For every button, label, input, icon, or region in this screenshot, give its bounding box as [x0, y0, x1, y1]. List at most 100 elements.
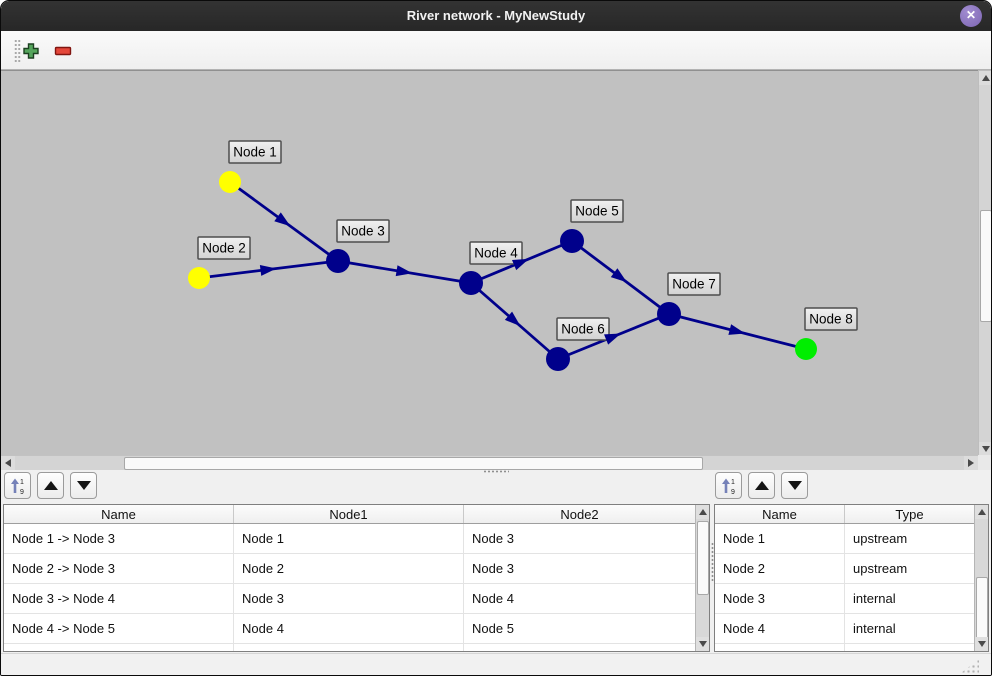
table-cell: Node 1	[715, 524, 845, 553]
table-cell: Node 3	[464, 554, 695, 583]
nodes-move-up-button[interactable]	[748, 472, 775, 499]
node-label: Node 6	[557, 318, 609, 340]
table-row[interactable]: Node 4internal	[715, 614, 974, 644]
svg-text:9: 9	[20, 489, 24, 495]
close-button[interactable]: ✕	[960, 5, 982, 27]
nodes-move-down-button[interactable]	[781, 472, 808, 499]
scroll-down-icon[interactable]	[696, 637, 709, 651]
triangle-up-icon	[755, 481, 769, 490]
scroll-left-icon[interactable]	[1, 456, 15, 470]
empty-cell	[234, 644, 464, 651]
table-row[interactable]: Node 4 -> Node 5Node 4Node 5	[4, 614, 695, 644]
flow-arrow-icon	[728, 324, 746, 339]
table-cell: Node 3	[234, 584, 464, 613]
table-cell: Node 4	[464, 584, 695, 613]
table-cell: Node 2	[234, 554, 464, 583]
table-row[interactable]: Node 2 -> Node 3Node 2Node 3	[4, 554, 695, 584]
branches-sort-button[interactable]: 1 9	[4, 472, 31, 499]
remove-button[interactable]	[51, 39, 75, 63]
column-header[interactable]: Name	[4, 505, 234, 523]
svg-text:Node 2: Node 2	[202, 241, 246, 256]
river-node[interactable]	[657, 302, 681, 326]
scrollbar-thumb[interactable]	[976, 577, 988, 639]
table-header-row: NameType	[715, 505, 974, 524]
river-node[interactable]	[188, 267, 210, 289]
node-label: Node 2	[198, 237, 250, 259]
table-cell: Node 4	[234, 614, 464, 643]
branches-table-scrollbar[interactable]	[695, 505, 709, 651]
svg-text:9: 9	[731, 489, 735, 495]
scroll-up-icon[interactable]	[979, 71, 992, 85]
river-node[interactable]	[795, 338, 817, 360]
column-header[interactable]: Type	[845, 505, 974, 523]
node-label: Node 3	[337, 220, 389, 242]
scroll-up-icon[interactable]	[975, 505, 988, 519]
svg-text:Node 8: Node 8	[809, 312, 853, 327]
table-cell: internal	[845, 584, 974, 613]
table-cell: Node 3 -> Node 4	[4, 584, 234, 613]
river-node[interactable]	[560, 229, 584, 253]
svg-text:Node 7: Node 7	[672, 277, 716, 292]
column-header[interactable]: Name	[715, 505, 845, 523]
column-header[interactable]: Node2	[464, 505, 695, 523]
scroll-down-icon[interactable]	[979, 442, 992, 456]
triangle-down-icon	[77, 481, 91, 490]
network-canvas[interactable]: Node 1Node 2Node 3Node 4Node 5Node 6Node…	[1, 70, 978, 455]
branches-table: NameNode1Node2Node 1 -> Node 3Node 1Node…	[3, 504, 710, 652]
triangle-down-icon	[788, 481, 802, 490]
river-node[interactable]	[546, 347, 570, 371]
table-cell: Node 4 -> Node 5	[4, 614, 234, 643]
nodes-table: NameTypeNode 1upstreamNode 2upstreamNode…	[714, 504, 989, 652]
scroll-down-icon[interactable]	[975, 637, 988, 651]
table-row[interactable]: Node 2upstream	[715, 554, 974, 584]
scrollbar-thumb[interactable]	[697, 521, 709, 595]
minus-icon	[54, 42, 72, 60]
resize-grip-icon[interactable]	[961, 659, 979, 673]
nodes-sort-button[interactable]: 1 9	[715, 472, 742, 499]
empty-cell	[845, 644, 974, 651]
river-node[interactable]	[326, 249, 350, 273]
table-cell: Node 3	[464, 524, 695, 553]
canvas-vertical-scrollbar[interactable]	[978, 70, 992, 456]
empty-cell	[464, 644, 695, 651]
add-button[interactable]	[19, 39, 43, 63]
svg-text:Node 4: Node 4	[474, 246, 518, 261]
table-cell: Node 4	[715, 614, 845, 643]
table-row[interactable]: Node 3internal	[715, 584, 974, 614]
table-cell: Node 2 -> Node 3	[4, 554, 234, 583]
svg-text:1: 1	[731, 479, 735, 486]
empty-row	[4, 644, 695, 651]
table-row[interactable]: Node 1upstream	[715, 524, 974, 554]
app-window: River network - MyNewStudy ✕ Node 1Node …	[0, 0, 992, 676]
scroll-right-icon[interactable]	[964, 456, 978, 470]
table-cell: Node 5	[464, 614, 695, 643]
scroll-up-icon[interactable]	[696, 505, 709, 519]
river-node[interactable]	[219, 171, 241, 193]
table-cell: upstream	[845, 554, 974, 583]
horizontal-pane-splitter[interactable]	[1, 470, 991, 473]
svg-text:Node 3: Node 3	[341, 224, 385, 239]
table-row[interactable]: Node 3 -> Node 4Node 3Node 4	[4, 584, 695, 614]
river-network: Node 1Node 2Node 3Node 4Node 5Node 6Node…	[1, 71, 978, 454]
vertical-scrollbar-thumb[interactable]	[980, 210, 992, 322]
empty-cell	[715, 644, 845, 651]
branches-move-up-button[interactable]	[37, 472, 64, 499]
triangle-up-icon	[44, 481, 58, 490]
titlebar[interactable]: River network - MyNewStudy ✕	[1, 1, 991, 31]
main-toolbar	[1, 31, 991, 70]
canvas-horizontal-scrollbar[interactable]	[1, 455, 978, 470]
sort-1-9-icon: 1 9	[720, 477, 738, 495]
svg-text:1: 1	[20, 479, 24, 486]
scrollbar-corner	[978, 455, 992, 470]
column-header[interactable]: Node1	[234, 505, 464, 523]
window-title: River network - MyNewStudy	[1, 1, 991, 31]
table-row[interactable]: Node 1 -> Node 3Node 1Node 3	[4, 524, 695, 554]
nodes-table-scrollbar[interactable]	[974, 505, 988, 651]
river-node[interactable]	[459, 271, 483, 295]
table-header-row: NameNode1Node2	[4, 505, 695, 524]
close-icon: ✕	[966, 8, 976, 22]
horizontal-scrollbar-thumb[interactable]	[124, 457, 703, 470]
status-bar	[1, 653, 991, 676]
node-label: Node 5	[571, 200, 623, 222]
branches-move-down-button[interactable]	[70, 472, 97, 499]
